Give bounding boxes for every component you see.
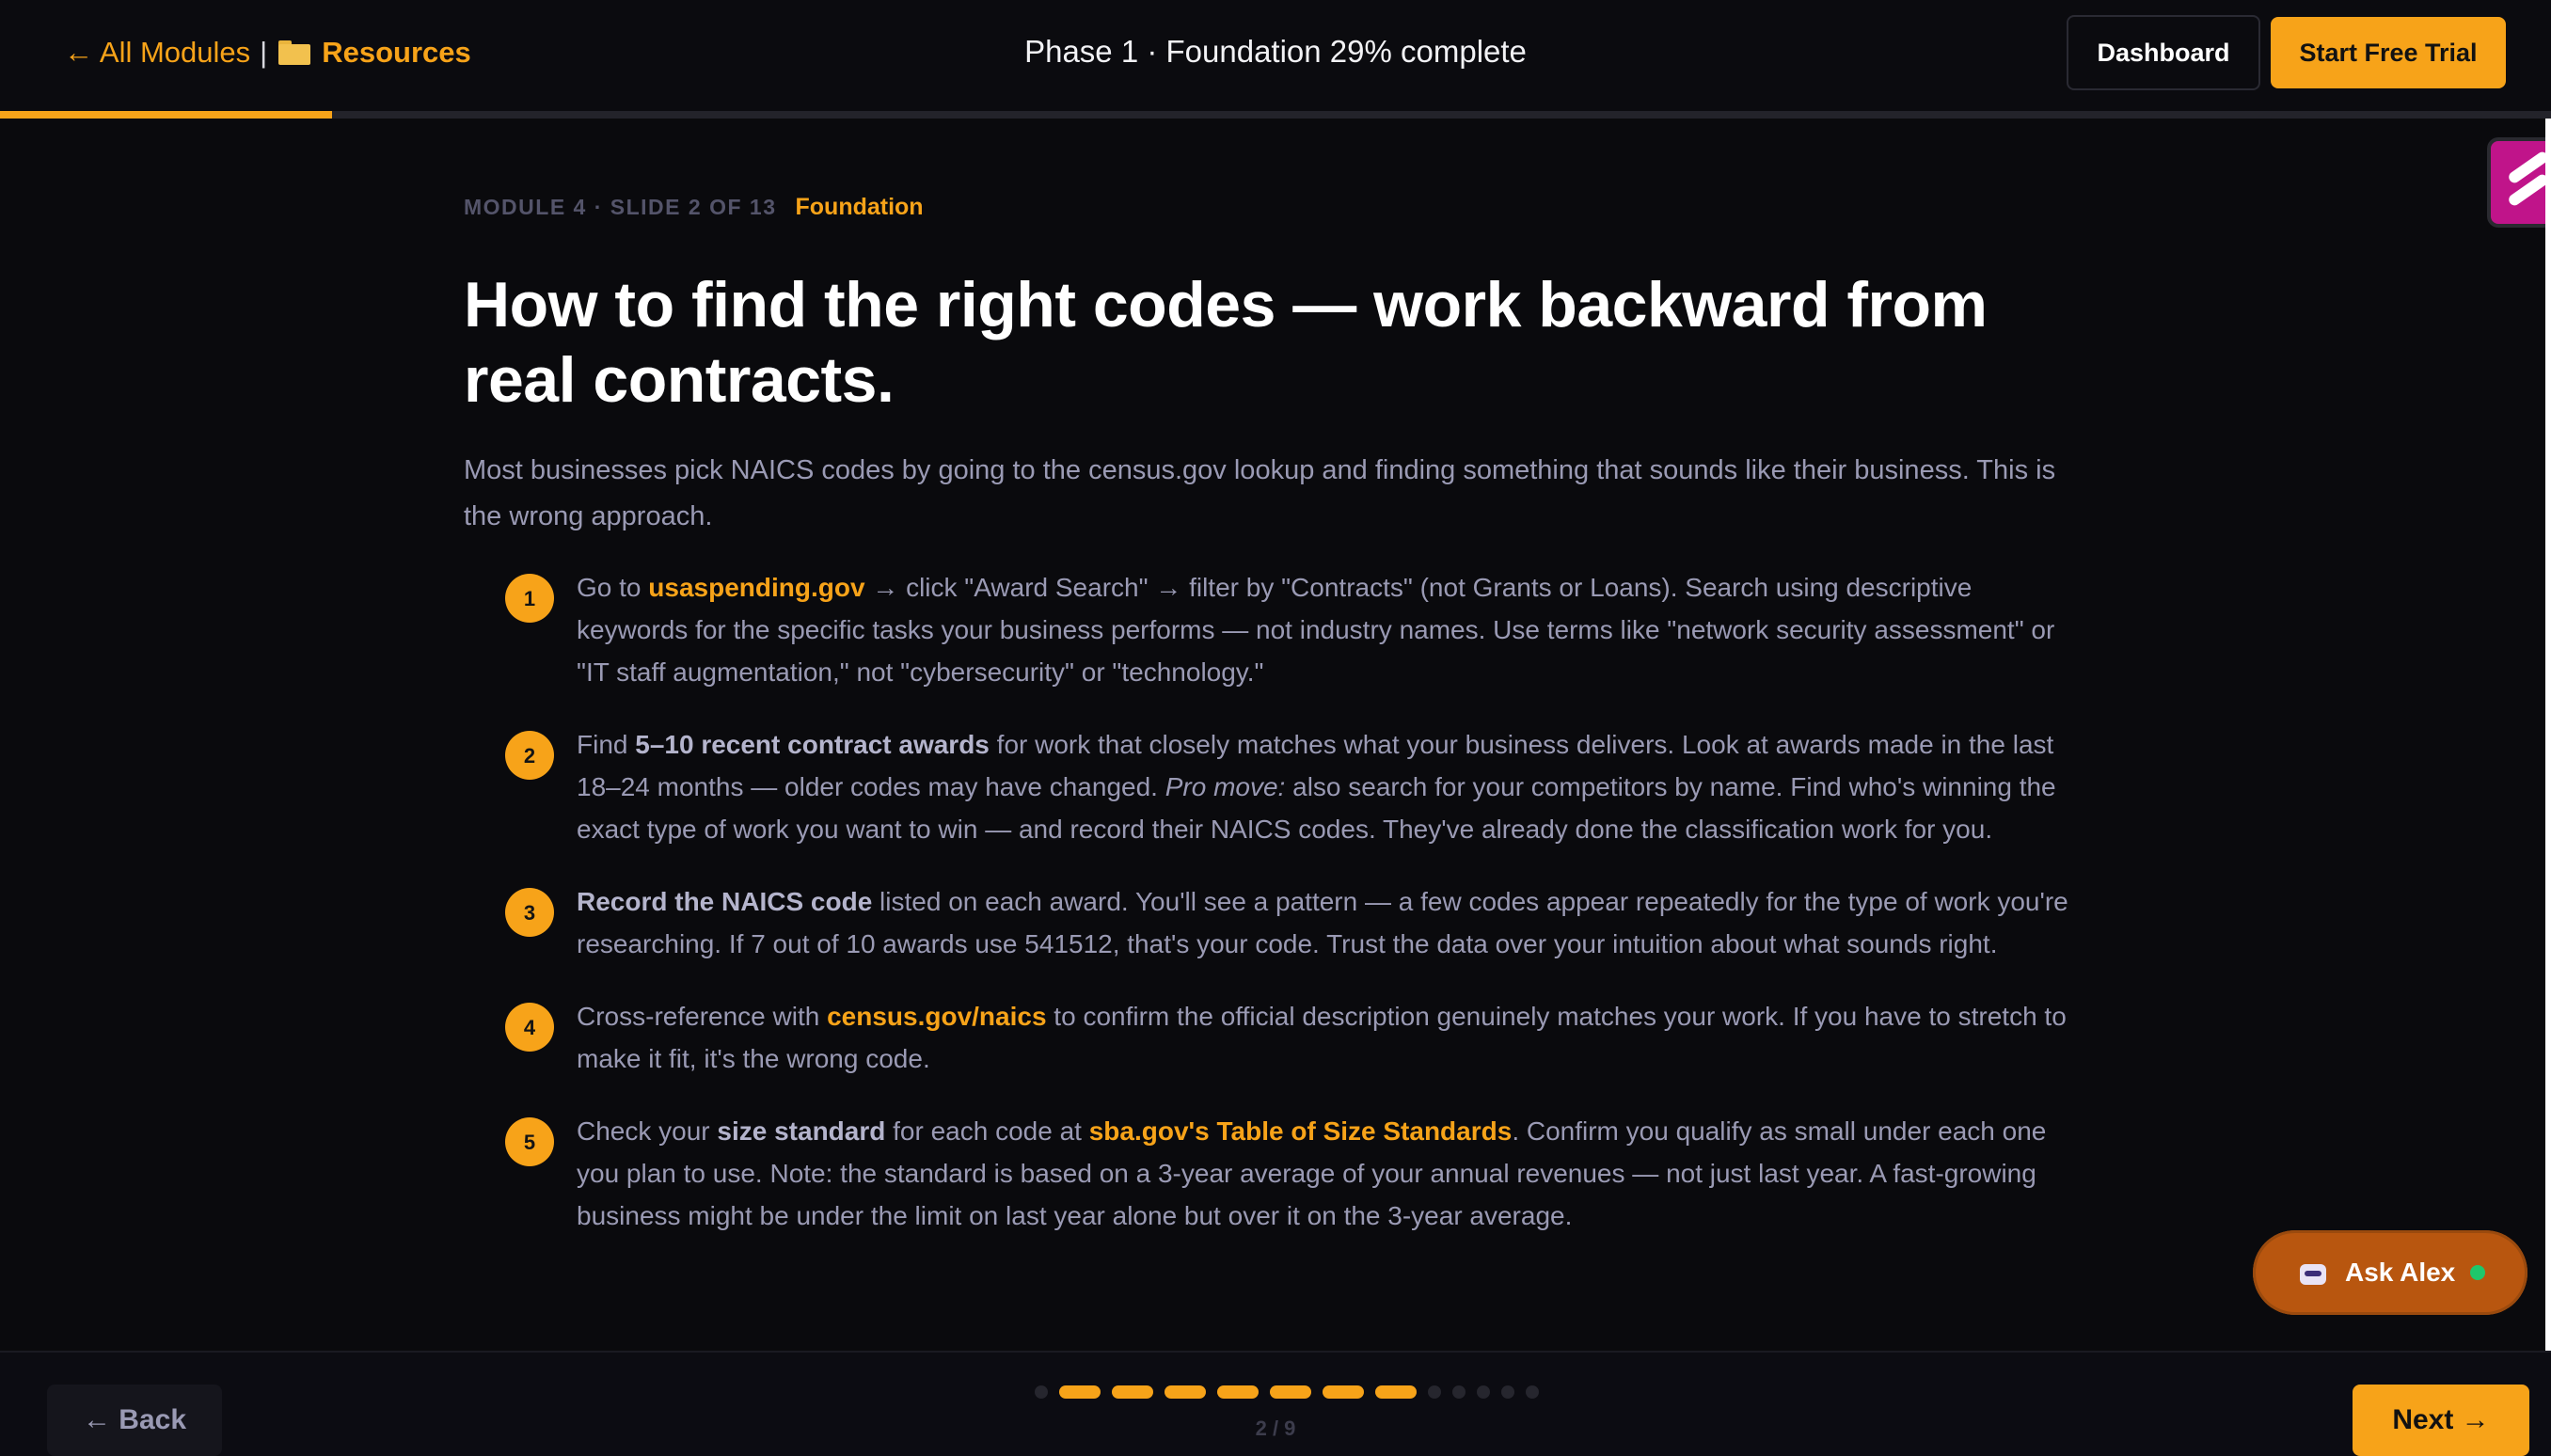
phase-tag: Foundation bbox=[795, 193, 924, 220]
scrollbar[interactable] bbox=[2545, 119, 2551, 1351]
step-number-badge: 1 bbox=[505, 574, 554, 623]
slide-dot[interactable] bbox=[1375, 1385, 1417, 1399]
slide-dot[interactable] bbox=[1270, 1385, 1311, 1399]
slide-dot[interactable] bbox=[1059, 1385, 1101, 1399]
slide-title: How to find the right codes — work backw… bbox=[464, 269, 1988, 416]
step-emphasis: size standard bbox=[717, 1116, 886, 1146]
usaspending-link[interactable]: usaspending.gov bbox=[648, 573, 864, 602]
slide-content: MODULE 4 · SLIDE 2 OF 13 Foundation How … bbox=[464, 188, 2082, 1267]
step-emphasis: 5–10 recent contract awards bbox=[635, 730, 990, 759]
slide-breadcrumb: MODULE 4 · SLIDE 2 OF 13 Foundation bbox=[464, 188, 2082, 226]
step-item: 5 Check your size standard for each code… bbox=[464, 1110, 2082, 1237]
slide-dot[interactable] bbox=[1526, 1385, 1539, 1399]
side-widget-icon[interactable] bbox=[2487, 137, 2551, 228]
pro-move-label: Pro move: bbox=[1165, 772, 1286, 801]
slide-dot[interactable] bbox=[1165, 1385, 1206, 1399]
robot-icon bbox=[2300, 1260, 2326, 1285]
slide-dot[interactable] bbox=[1428, 1385, 1441, 1399]
step-item: 1 Go to usaspending.gov → click "Award S… bbox=[464, 566, 2082, 693]
slide-dot[interactable] bbox=[1035, 1385, 1048, 1399]
steps-list: 1 Go to usaspending.gov → click "Award S… bbox=[464, 566, 2082, 1237]
step-emphasis: Record the NAICS code bbox=[577, 887, 873, 916]
step-number-badge: 4 bbox=[505, 1003, 554, 1052]
slide-counter: 2 / 9 bbox=[1255, 1416, 1296, 1440]
slide-dot[interactable] bbox=[1217, 1385, 1259, 1399]
dashboard-button[interactable]: Dashboard bbox=[2067, 15, 2260, 90]
top-bar: ← All Modules | Resources Phase 1 · Foun… bbox=[0, 0, 2551, 113]
start-free-trial-button[interactable]: Start Free Trial bbox=[2271, 17, 2506, 88]
progress-bar-fill bbox=[0, 111, 332, 119]
slide-dot[interactable] bbox=[1112, 1385, 1153, 1399]
slide-intro: Most businesses pick NAICS codes by goin… bbox=[464, 455, 2056, 531]
step-text: for each code at bbox=[885, 1116, 1089, 1146]
step-item: 2 Find 5–10 recent contract awards for w… bbox=[464, 723, 2082, 850]
sba-size-standards-link[interactable]: sba.gov's Table of Size Standards bbox=[1089, 1116, 1513, 1146]
step-text: Find bbox=[577, 730, 636, 759]
bottom-navigation: ← Back 2 / 9 Next → bbox=[0, 1351, 2551, 1456]
slide-dot[interactable] bbox=[1323, 1385, 1364, 1399]
step-text: Go to bbox=[577, 573, 649, 602]
step-text: Cross-reference with bbox=[577, 1002, 828, 1031]
progress-bar bbox=[0, 111, 2551, 119]
step-number-badge: 2 bbox=[505, 731, 554, 780]
census-naics-link[interactable]: census.gov/naics bbox=[827, 1002, 1046, 1031]
step-item: 4 Cross-reference with census.gov/naics … bbox=[464, 995, 2082, 1080]
slide-dot[interactable] bbox=[1452, 1385, 1466, 1399]
slide-dot[interactable] bbox=[1501, 1385, 1514, 1399]
step-item: 3 Record the NAICS code listed on each a… bbox=[464, 880, 2082, 965]
step-number-badge: 5 bbox=[505, 1117, 554, 1166]
step-text: Check your bbox=[577, 1116, 718, 1146]
slide-dot[interactable] bbox=[1477, 1385, 1490, 1399]
online-status-dot bbox=[2470, 1265, 2486, 1280]
slide-dots bbox=[1035, 1385, 1550, 1399]
ask-alex-label: Ask Alex bbox=[2345, 1258, 2456, 1287]
next-button[interactable]: Next → bbox=[2353, 1385, 2529, 1456]
ask-alex-chat-button[interactable]: Ask Alex bbox=[2253, 1230, 2527, 1315]
step-number-badge: 3 bbox=[505, 888, 554, 937]
module-slide-label: MODULE 4 · SLIDE 2 OF 13 bbox=[464, 194, 777, 219]
